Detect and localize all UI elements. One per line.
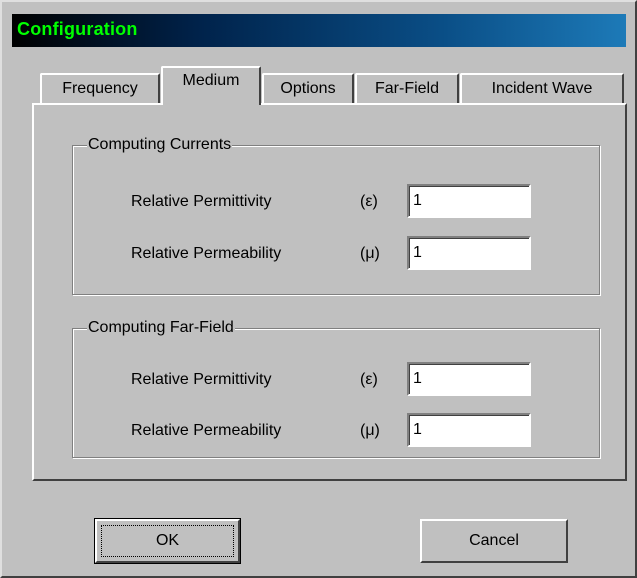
window-title: Configuration	[17, 19, 138, 39]
group-computing-currents: Computing Currents Relative Permittivity…	[72, 135, 600, 295]
tab-far-field[interactable]: Far-Field	[355, 73, 459, 103]
cancel-button-label: Cancel	[469, 532, 519, 549]
group-title-computing-currents: Computing Currents	[87, 135, 233, 155]
label-relative-permittivity: Relative Permittivity	[131, 371, 272, 388]
label-relative-permittivity: Relative Permittivity	[131, 193, 272, 210]
symbol-epsilon: (ε)	[360, 193, 378, 210]
configuration-dialog: Configuration Frequency Medium Options F…	[0, 0, 637, 578]
group-computing-far-field: Computing Far-Field Relative Permittivit…	[72, 318, 600, 458]
tab-medium[interactable]: Medium	[161, 66, 261, 105]
tab-options[interactable]: Options	[262, 73, 354, 103]
farfield-permittivity-input[interactable]: 1	[407, 362, 531, 396]
currents-permeability-input[interactable]: 1	[407, 236, 531, 270]
symbol-epsilon: (ε)	[360, 371, 378, 388]
cancel-button[interactable]: Cancel	[420, 519, 568, 563]
title-bar[interactable]: Configuration	[12, 14, 626, 47]
currents-permittivity-input[interactable]: 1	[407, 184, 531, 218]
farfield-permeability-input[interactable]: 1	[407, 413, 531, 447]
label-relative-permeability: Relative Permeability	[131, 422, 282, 439]
tab-panel-medium: Computing Currents Relative Permittivity…	[32, 103, 627, 481]
label-relative-permeability: Relative Permeability	[131, 245, 282, 262]
ok-button-label: OK	[155, 532, 180, 549]
symbol-mu: (μ)	[360, 245, 380, 262]
symbol-mu: (μ)	[360, 422, 380, 439]
tab-incident-wave[interactable]: Incident Wave	[460, 73, 624, 103]
tab-frequency[interactable]: Frequency	[40, 73, 160, 103]
ok-button[interactable]: OK	[94, 518, 241, 564]
group-title-computing-far-field: Computing Far-Field	[87, 318, 235, 338]
